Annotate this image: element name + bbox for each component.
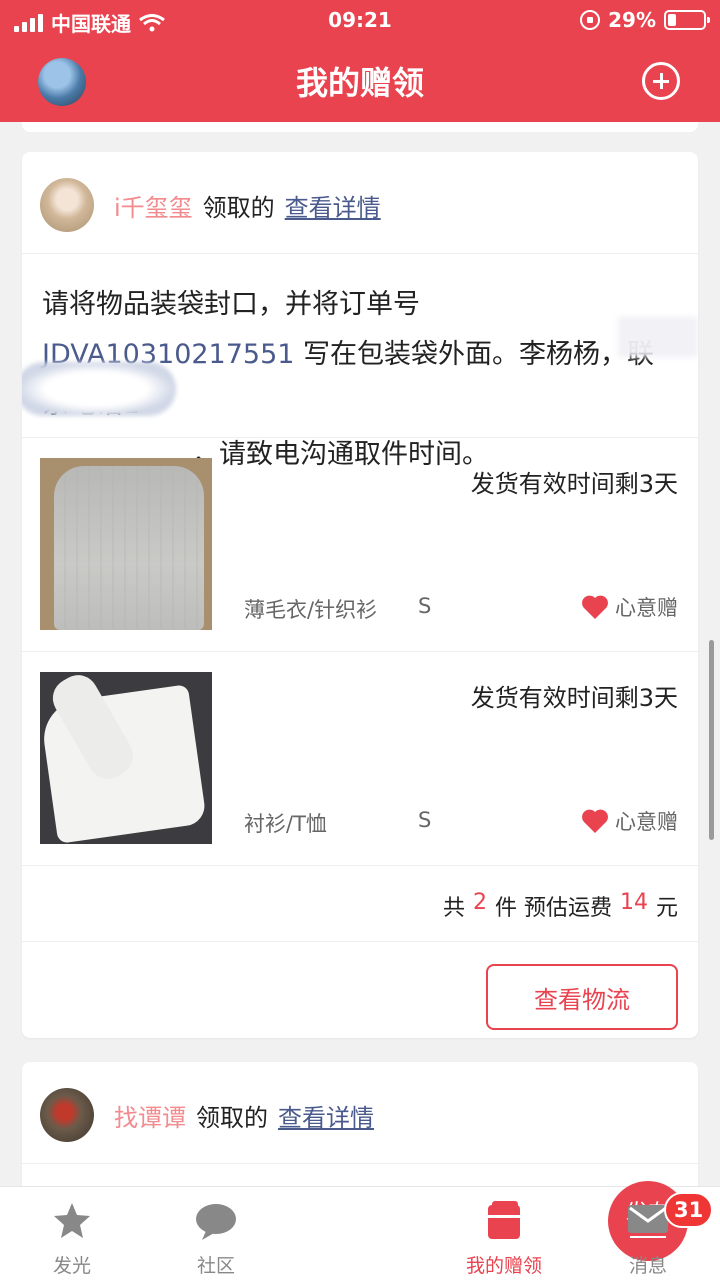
- gift-type: 心意赠: [615, 596, 678, 620]
- tab-my-gifts[interactable]: 我的赠领: [432, 1187, 576, 1280]
- item-size: S: [418, 808, 432, 832]
- item-size: S: [418, 594, 432, 618]
- add-button[interactable]: [642, 62, 680, 100]
- gift-box-icon: [488, 1201, 520, 1239]
- avatar[interactable]: [40, 1088, 94, 1142]
- battery-icon: [664, 10, 710, 30]
- message-count-badge: 31: [664, 1192, 714, 1228]
- view-details-link[interactable]: 查看详情: [278, 1098, 374, 1133]
- action-text: 领取的: [202, 194, 275, 222]
- username[interactable]: 找谭谭: [114, 1098, 186, 1133]
- avatar[interactable]: [40, 178, 94, 232]
- status-bar: 中国联通 09:21 29%: [0, 0, 720, 40]
- username[interactable]: i千玺玺: [114, 188, 193, 223]
- order-summary: 共 2 件 预估运费 14 元: [22, 866, 698, 942]
- shipping-note: 请将物品装袋封口，并将订单号 JDVA10310217551 写在包装袋外面。李…: [22, 254, 698, 470]
- list-item[interactable]: 发货有效时间剩3天 衬衫/T恤 S 心意赠: [22, 652, 698, 866]
- chat-bubble-icon: [196, 1204, 236, 1240]
- item-category: 衬衫/T恤: [244, 812, 327, 836]
- item-photo: [40, 458, 212, 630]
- page-title: 我的赠领: [295, 64, 424, 102]
- heart-icon: [582, 809, 608, 833]
- currency: 元: [655, 896, 678, 921]
- redacted-phone-mask: [22, 362, 176, 416]
- gift-type: 心意赠: [615, 810, 678, 834]
- card-user-row: 找谭谭 领取的 查看详情: [22, 1062, 698, 1164]
- tab-label: 发光: [52, 1255, 91, 1277]
- tab-label: 消息: [628, 1255, 667, 1277]
- item-count: 2: [472, 890, 487, 915]
- tab-label: 我的赠领: [465, 1255, 542, 1277]
- view-logistics-button[interactable]: 查看物流: [486, 964, 678, 1030]
- note-text-1: 请将物品装袋封口，并将订单号: [42, 289, 420, 320]
- ship-deadline: 发货有效时间剩3天: [470, 470, 678, 498]
- ship-deadline: 发货有效时间剩3天: [470, 684, 678, 712]
- claim-card: 找谭谭 领取的 查看详情: [22, 1062, 698, 1202]
- action-text: 领取的: [196, 1104, 268, 1132]
- bottom-tab-bar: 发光 社区 发布 我的赠领 消息: [0, 1181, 720, 1280]
- claim-card: i千玺玺 领取的 查看详情 请将物品装袋封口，并将订单号 JDVA1031021…: [22, 152, 698, 1038]
- list-item[interactable]: 发货有效时间剩3天 薄毛衣/针织衫 S 心意赠: [22, 438, 698, 652]
- previous-card-edge: [22, 122, 698, 132]
- rotation-lock-icon: [580, 10, 601, 30]
- item-photo: [40, 672, 212, 844]
- card-user-row: i千玺玺 领取的 查看详情: [22, 152, 698, 254]
- tab-label: 社区: [196, 1255, 235, 1277]
- star-icon: [54, 1203, 90, 1238]
- scrollbar[interactable]: [709, 640, 714, 840]
- shipping-fee: 14: [619, 890, 648, 915]
- summary-unit: 件 预估运费: [494, 896, 612, 921]
- battery-percent: 29%: [608, 8, 656, 32]
- top-bar: 中国联通 09:21 29% 我的赠领: [0, 0, 720, 122]
- summary-prefix: 共: [442, 896, 465, 921]
- view-details-link[interactable]: 查看详情: [285, 188, 381, 223]
- redacted-phone-mask: [618, 317, 698, 357]
- tab-publish[interactable]: 发布: [288, 1181, 688, 1280]
- item-category: 薄毛衣/针织衫: [244, 598, 378, 622]
- heart-icon: [582, 595, 608, 619]
- tab-glow[interactable]: 发光: [0, 1187, 144, 1280]
- tab-community[interactable]: 社区: [144, 1187, 288, 1280]
